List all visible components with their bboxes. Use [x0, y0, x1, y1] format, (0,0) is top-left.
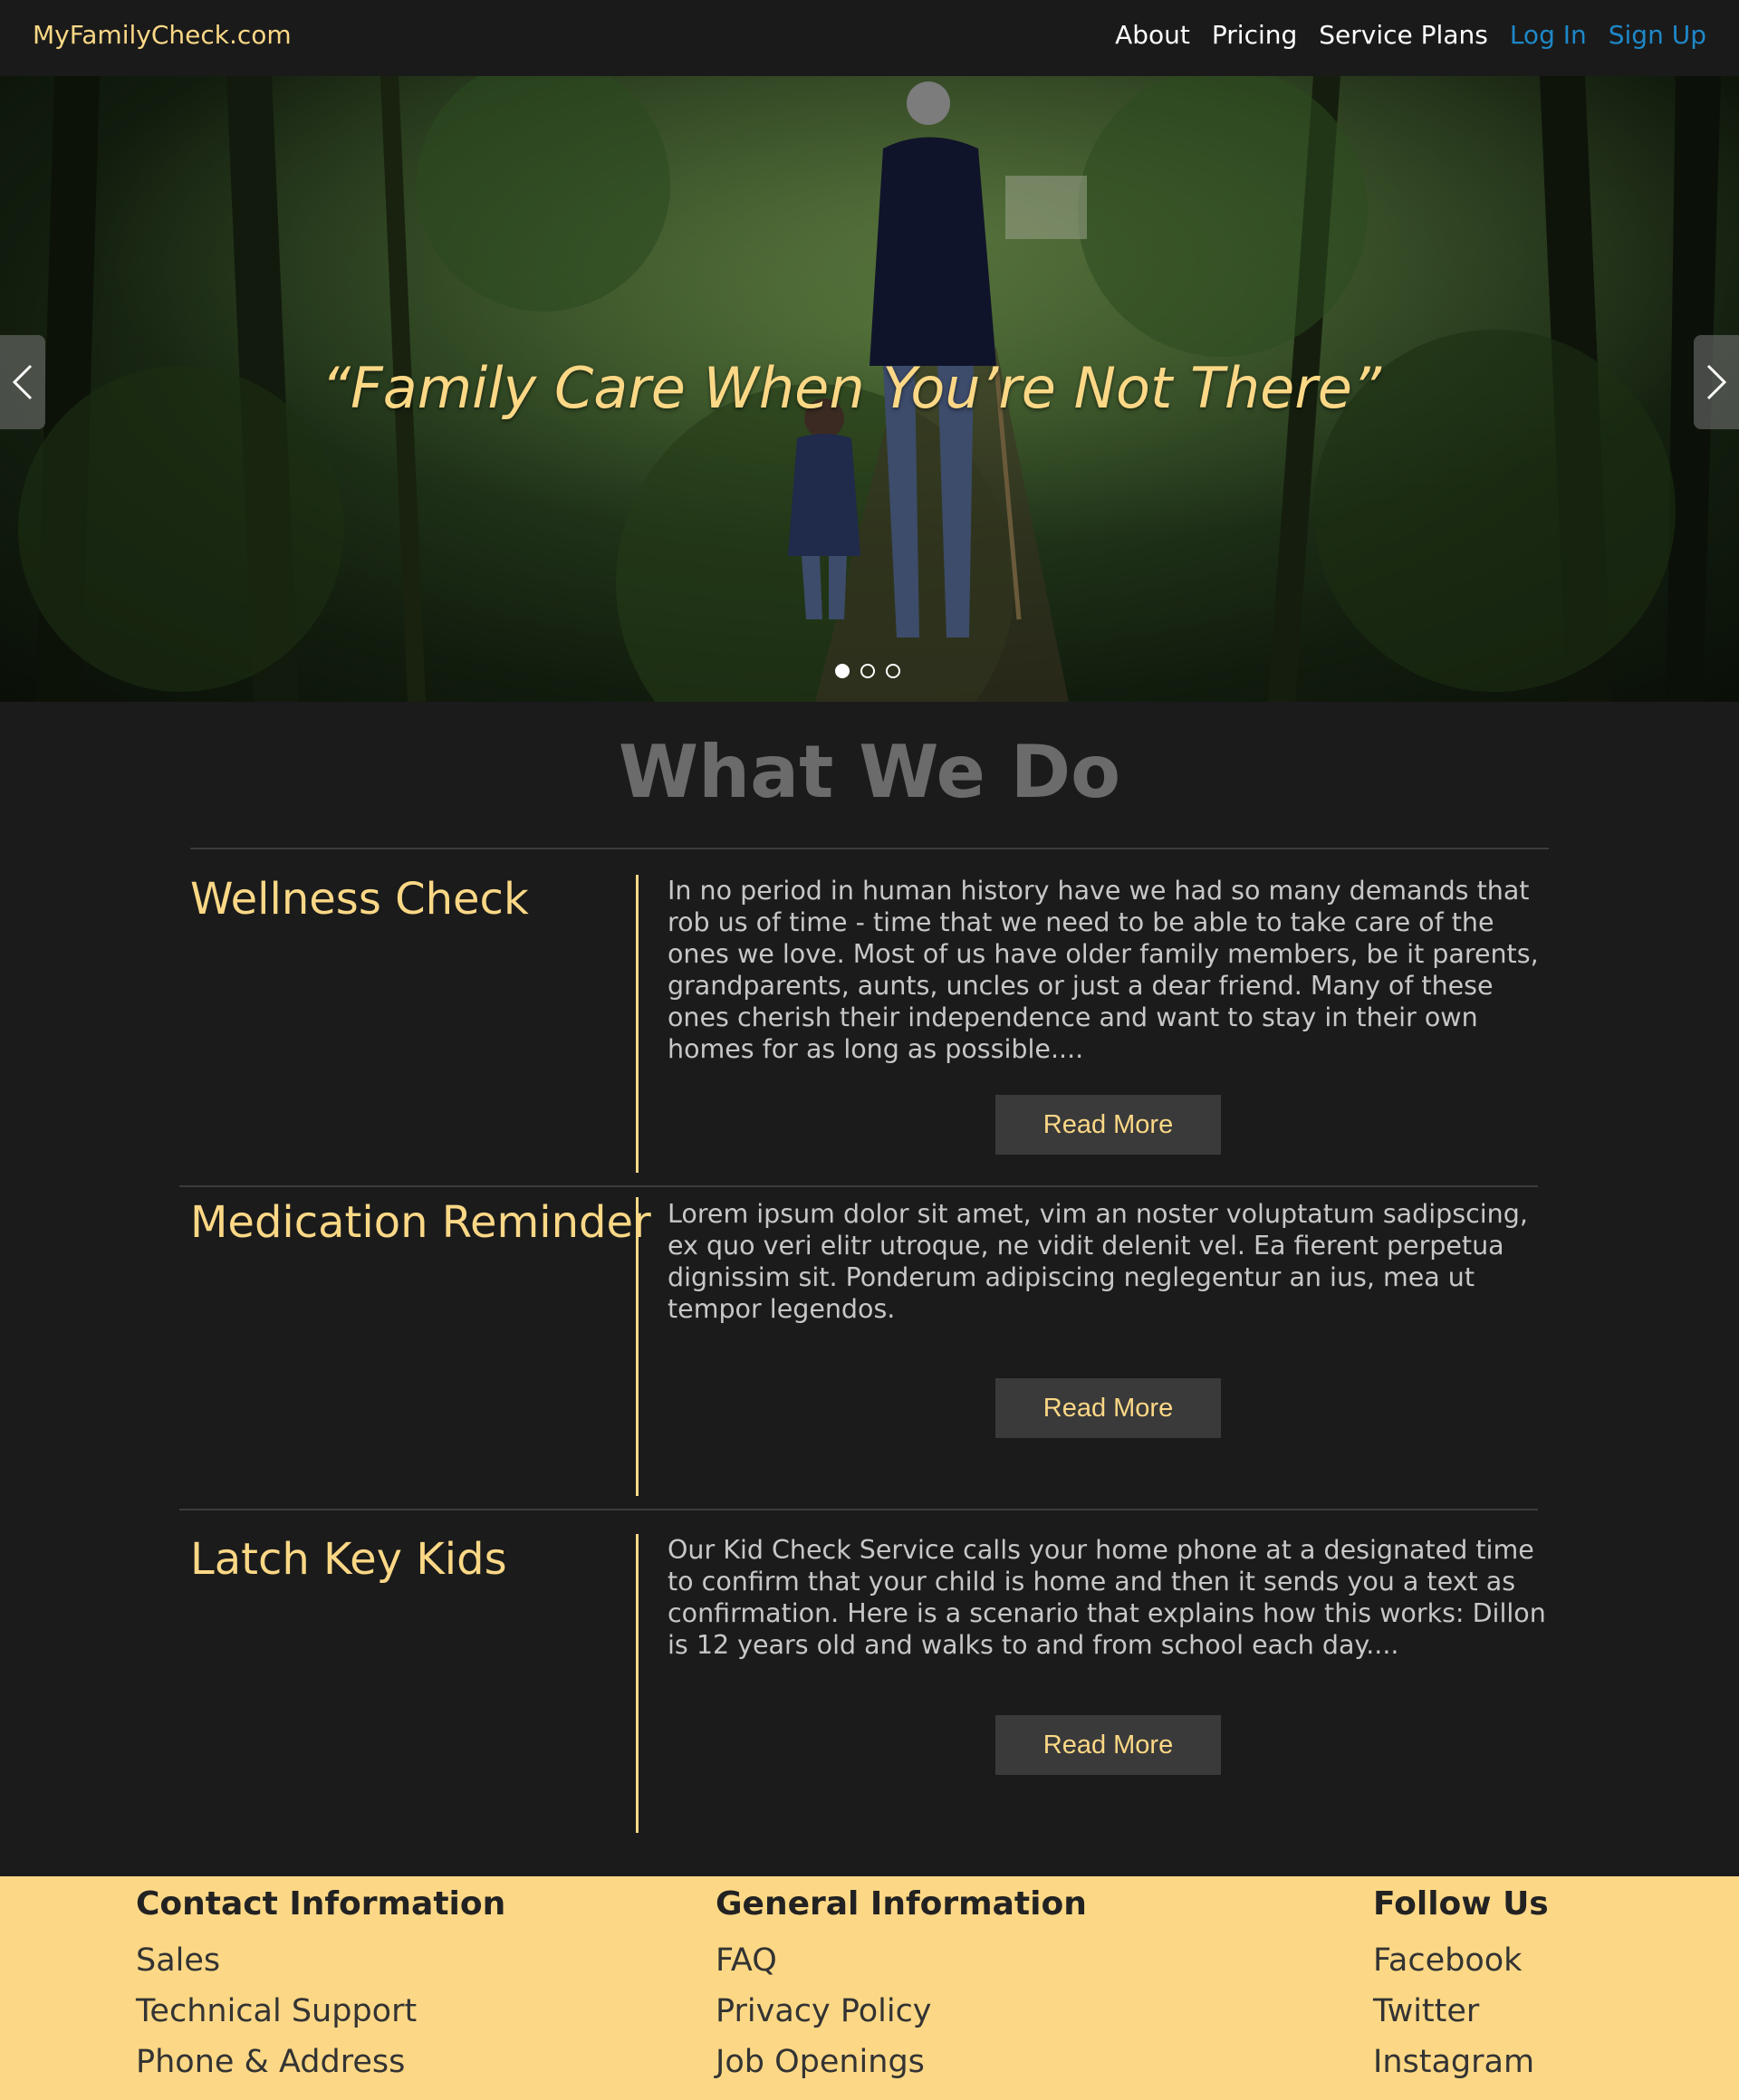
- service-text-medication-reminder: Lorem ipsum dolor sit amet, vim an noste…: [668, 1199, 1528, 1324]
- read-more-button-medication-reminder[interactable]: Read More: [995, 1378, 1221, 1438]
- carousel-dot-2[interactable]: [860, 664, 875, 678]
- top-navbar: MyFamilyCheck.com About Pricing Service …: [0, 0, 1739, 76]
- footer-general-column: General Information FAQ Privacy Policy J…: [716, 1885, 1087, 2087]
- service-title-latch-key-kids: Latch Key Kids: [190, 1534, 507, 1585]
- footer-contact-column: Contact Information Sales Technical Supp…: [136, 1885, 505, 2087]
- nav-link-pricing[interactable]: Pricing: [1212, 20, 1297, 50]
- footer-link-privacy-policy[interactable]: Privacy Policy: [716, 1986, 1087, 2037]
- footer-link-phone-address[interactable]: Phone & Address: [136, 2037, 505, 2087]
- chevron-right-icon: [1706, 364, 1727, 400]
- service-text-latch-key-kids: Our Kid Check Service calls your home ph…: [668, 1535, 1546, 1660]
- site-footer: Contact Information Sales Technical Supp…: [0, 1876, 1739, 2100]
- footer-link-technical-support[interactable]: Technical Support: [136, 1986, 505, 2037]
- service-title-medication-reminder: Medication Reminder: [190, 1197, 651, 1248]
- read-more-button-latch-key-kids[interactable]: Read More: [995, 1715, 1221, 1775]
- footer-link-job-openings[interactable]: Job Openings: [716, 2037, 1087, 2087]
- footer-link-instagram[interactable]: Instagram: [1373, 2037, 1549, 2087]
- footer-link-facebook[interactable]: Facebook: [1373, 1935, 1549, 1986]
- nav-links: About Pricing Service Plans Log In Sign …: [1115, 20, 1706, 50]
- brand-logo-link[interactable]: MyFamilyCheck.com: [33, 20, 292, 50]
- carousel-indicators: [835, 664, 900, 678]
- service-vertical-divider: [636, 875, 639, 1173]
- divider: [179, 1509, 1538, 1510]
- footer-link-sales[interactable]: Sales: [136, 1935, 505, 1986]
- footer-heading-follow: Follow Us: [1373, 1885, 1549, 1923]
- carousel-next-button[interactable]: [1694, 335, 1739, 429]
- divider: [190, 848, 1549, 849]
- footer-link-faq[interactable]: FAQ: [716, 1935, 1087, 1986]
- carousel-prev-button[interactable]: [0, 335, 45, 429]
- read-more-button-wellness-check[interactable]: Read More: [995, 1095, 1221, 1155]
- nav-link-log-in[interactable]: Log In: [1510, 20, 1587, 50]
- divider: [179, 1185, 1538, 1187]
- service-vertical-divider: [636, 1197, 639, 1496]
- footer-link-twitter[interactable]: Twitter: [1373, 1986, 1549, 2037]
- service-text-wellness-check: In no period in human history have we ha…: [668, 876, 1539, 1064]
- nav-link-service-plans[interactable]: Service Plans: [1319, 20, 1488, 50]
- carousel-dot-3[interactable]: [886, 664, 900, 678]
- section-title-what-we-do: What We Do: [618, 730, 1121, 814]
- nav-link-sign-up[interactable]: Sign Up: [1609, 20, 1706, 50]
- footer-heading-general: General Information: [716, 1885, 1087, 1923]
- service-vertical-divider: [636, 1534, 639, 1833]
- service-title-wellness-check: Wellness Check: [190, 874, 529, 925]
- nav-link-about[interactable]: About: [1115, 20, 1190, 50]
- hero-quote: “Family Care When You’re Not There”: [321, 355, 1382, 421]
- carousel-dot-1[interactable]: [835, 664, 850, 678]
- hero-carousel: “Family Care When You’re Not There”: [0, 76, 1739, 702]
- chevron-left-icon: [12, 364, 33, 400]
- footer-heading-contact: Contact Information: [136, 1885, 506, 1923]
- footer-follow-column: Follow Us Facebook Twitter Instagram: [1373, 1885, 1549, 2087]
